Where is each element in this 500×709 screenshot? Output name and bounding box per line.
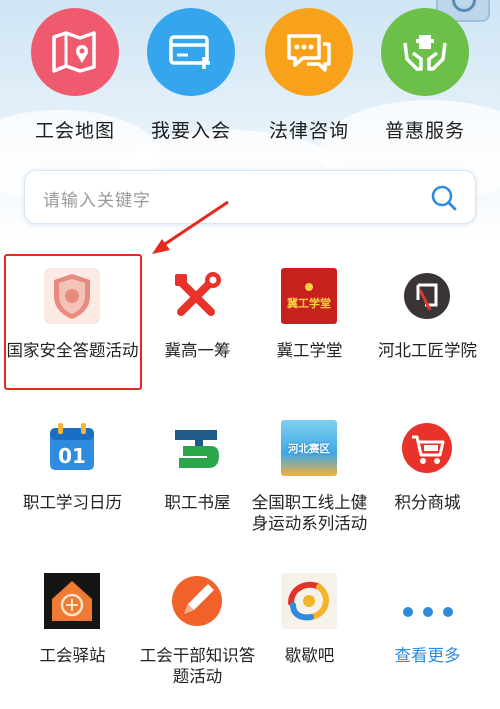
craftsman-logo-icon <box>399 268 455 324</box>
quick-item-benefits[interactable]: 普惠服务 <box>367 8 483 148</box>
gift-hands-icon <box>381 8 469 96</box>
grid-item-label: 职工书屋 <box>164 493 231 512</box>
chat-icon <box>265 8 353 96</box>
shopping-cart-icon <box>399 420 455 476</box>
quick-item-label: 我要入会 <box>150 120 231 142</box>
school-emblem-text: 冀工学堂 <box>287 296 331 310</box>
quick-item-label: 普惠服务 <box>384 120 465 142</box>
school-emblem-icon: 冀工学堂 <box>281 268 337 324</box>
grid-item-label: 河北工匠学院 <box>378 341 477 360</box>
fitness-banner-icon: 河北赛区 <box>281 420 337 476</box>
pen-icon <box>169 573 225 629</box>
fitness-banner-text: 河北赛区 <box>288 442 330 455</box>
rest-logo-icon <box>281 573 337 629</box>
view-more-link[interactable]: 查看更多 <box>365 645 490 666</box>
grid-item-label: 冀高一筹 <box>164 341 231 360</box>
shield-badge-icon <box>44 268 100 324</box>
card-icon <box>147 8 235 96</box>
book-logo-icon <box>169 420 225 476</box>
grid-item-label: 国家安全答题活动 <box>6 341 139 360</box>
quick-item-label: 工会地图 <box>34 120 115 142</box>
quick-item-union-map[interactable]: 工会地图 <box>17 8 133 148</box>
grid-item-label: 职工学习日历 <box>23 493 122 512</box>
more-dots-icon <box>403 607 453 621</box>
grid-item-label: 歇歇吧 <box>284 646 335 665</box>
station-house-icon <box>44 573 100 629</box>
quick-item-legal-consult[interactable]: 法律咨询 <box>251 8 367 148</box>
grid-item-label: 工会驿站 <box>39 646 106 665</box>
map-icon <box>31 8 119 96</box>
quick-menu: 工会地图 我要入会 法律咨询 普惠服务 <box>0 8 500 148</box>
search-bar[interactable]: 请输入关键字 <box>24 170 476 224</box>
quick-item-join-union[interactable]: 我要入会 <box>133 8 249 148</box>
calendar-day-text: 01 <box>58 444 86 468</box>
grid-item-label: 全国职工线上健身运动系列活动 <box>251 493 368 533</box>
search-input[interactable]: 请输入关键字 <box>43 186 151 211</box>
search-icon[interactable] <box>429 183 459 213</box>
calendar-icon: 01 <box>44 420 100 476</box>
grid-item-label: 冀工学堂 <box>276 341 343 360</box>
grid-item-label: 积分商城 <box>394 493 461 512</box>
quick-item-label: 法律咨询 <box>268 120 349 142</box>
annotation-arrow-icon <box>152 200 229 254</box>
tools-icon <box>169 268 225 324</box>
grid-item-label: 工会干部知识答题活动 <box>139 646 256 686</box>
